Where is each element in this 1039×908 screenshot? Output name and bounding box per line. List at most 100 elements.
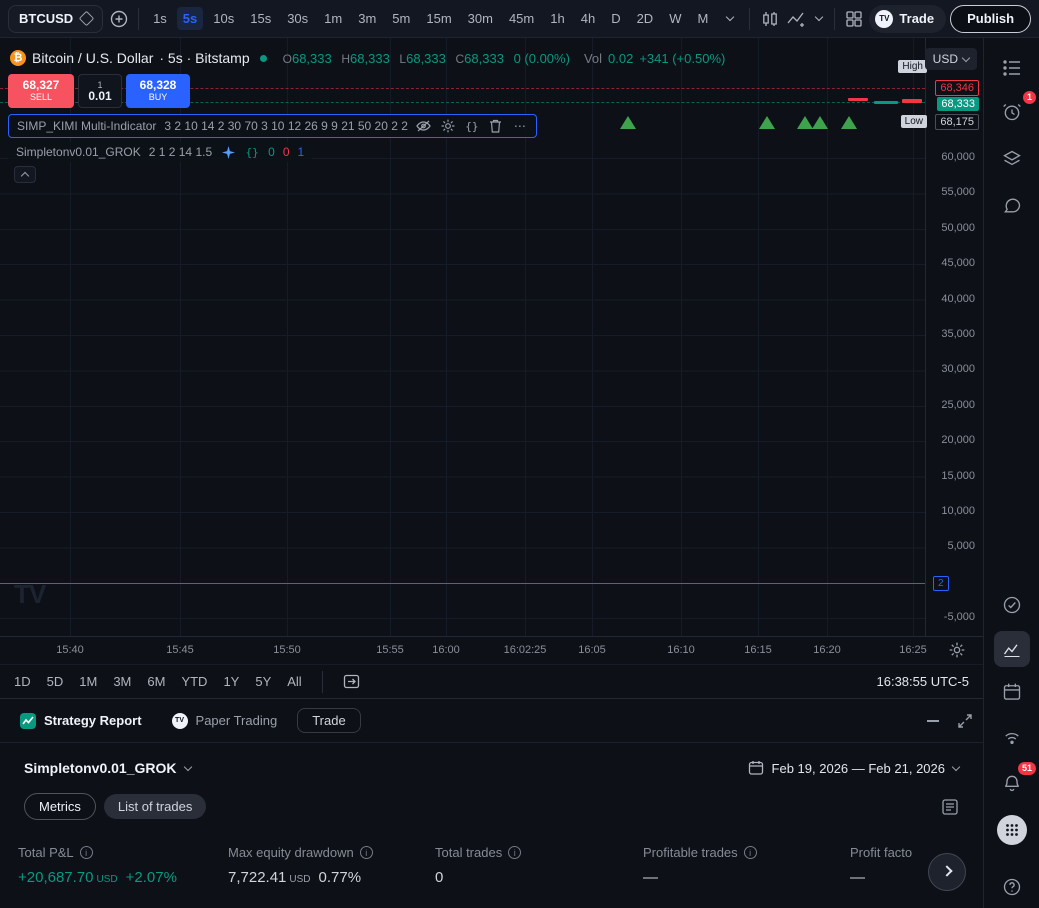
timeframe-1h[interactable]: 1h — [544, 7, 570, 30]
indicators-chevron-icon[interactable] — [812, 5, 825, 33]
tab-paper-trading[interactable]: TV Paper Trading — [162, 707, 288, 735]
buy-signal-marker[interactable] — [841, 116, 857, 129]
timeframe-menu-chevron-icon[interactable] — [718, 5, 741, 33]
timeframe-1D[interactable]: D — [605, 7, 626, 30]
symbol-flag-icon[interactable] — [78, 10, 95, 27]
timeframe-2D[interactable]: 2D — [631, 7, 660, 30]
spread-qty-box[interactable]: 1 0.01 — [78, 74, 122, 108]
timeframe-10s[interactable]: 10s — [207, 7, 240, 30]
strategy-code-icon[interactable]: {} — [244, 144, 260, 160]
info-icon[interactable]: i — [508, 846, 522, 859]
timeframe-30m[interactable]: 30m — [462, 7, 499, 30]
tab-strategy-report[interactable]: Strategy Report — [10, 707, 152, 735]
indicators-icon[interactable] — [785, 5, 808, 33]
metric-value: +20,687.70 — [18, 869, 94, 886]
panel-trade-button[interactable]: Trade — [297, 708, 361, 733]
session-clock[interactable]: 16:38:55 UTC-5 — [877, 674, 970, 689]
strategy-selector[interactable]: Simpletonv0.01_GROK — [24, 760, 192, 776]
timeframe-1m[interactable]: 1m — [318, 7, 348, 30]
market-status-icon[interactable] — [259, 54, 267, 62]
chart-legend: ₿ Bitcoin / U.S. Dollar · 5s · Bitstamp … — [10, 50, 725, 66]
minimize-panel-icon[interactable] — [927, 719, 939, 722]
timeframe-5s[interactable]: 5s — [176, 7, 204, 30]
help-icon[interactable] — [994, 869, 1030, 905]
source-code-icon[interactable]: {} — [464, 118, 480, 134]
range-6M[interactable]: 6M — [147, 674, 165, 689]
timeframe-45m[interactable]: 45m — [503, 7, 540, 30]
chart-symbol-title[interactable]: Bitcoin / U.S. Dollar — [32, 50, 153, 66]
range-YTD[interactable]: YTD — [181, 674, 207, 689]
list-of-trades-button[interactable]: List of trades — [103, 794, 207, 819]
info-icon[interactable]: i — [743, 846, 757, 859]
timeframe-1s[interactable]: 1s — [147, 7, 173, 30]
indicator-settings-gear-icon[interactable] — [440, 118, 456, 134]
buy-signal-marker[interactable] — [812, 116, 828, 129]
report-date-range[interactable]: Feb 19, 2026 — Feb 21, 2026 — [748, 760, 961, 776]
watchlist-icon[interactable] — [994, 50, 1030, 86]
metrics-scroll-next-button[interactable] — [928, 853, 966, 891]
timeframe-15s[interactable]: 15s — [244, 7, 277, 30]
chart-area[interactable]: ₿ Bitcoin / U.S. Dollar · 5s · Bitstamp … — [0, 38, 983, 636]
metric-unit: USD — [289, 874, 311, 885]
metric-label: Profitable trades — [643, 845, 738, 860]
metrics-button[interactable]: Metrics — [24, 793, 96, 820]
currency-selector[interactable]: USD — [924, 48, 977, 70]
info-icon[interactable]: i — [359, 846, 373, 859]
calendar-sidebar-icon[interactable] — [994, 674, 1030, 710]
range-3M[interactable]: 3M — [113, 674, 131, 689]
maximize-panel-icon[interactable] — [957, 713, 973, 729]
open-value: 68,333 — [291, 50, 332, 66]
timeframe-1W[interactable]: W — [663, 7, 687, 30]
indicator-row-simp-kimi[interactable]: SIMP_KIMI Multi-Indicator 3 2 10 14 2 30… — [8, 114, 537, 138]
metric-total-pnl: Total P&L i +20,687.70 USD +2.07% — [18, 845, 177, 886]
symbol-search-button[interactable]: BTCUSD — [8, 4, 104, 33]
go-to-date-icon[interactable] — [343, 673, 360, 690]
chart-type-candles-icon[interactable] — [758, 5, 781, 33]
timeframe-30s[interactable]: 30s — [281, 7, 314, 30]
notifications-bell-icon[interactable]: 51 — [994, 762, 1036, 801]
apps-menu-icon[interactable] — [994, 812, 1030, 848]
streams-broadcast-icon[interactable] — [994, 721, 1030, 757]
legend-collapse-button[interactable] — [14, 166, 36, 183]
hotlists-target-icon[interactable] — [994, 587, 1030, 623]
timeframe-4h[interactable]: 4h — [575, 7, 601, 30]
range-1M[interactable]: 1M — [79, 674, 97, 689]
chat-ideas-icon[interactable] — [994, 188, 1030, 224]
compare-add-symbol-icon[interactable] — [107, 5, 130, 33]
timeframe-5m[interactable]: 5m — [386, 7, 416, 30]
timeframe-1M[interactable]: M — [691, 7, 714, 30]
timeframe-3m[interactable]: 3m — [352, 7, 382, 30]
indicator-row-simpleton-grok[interactable]: Simpletonv0.01_GROK 2 1 2 14 1.5 {} 0 0 … — [8, 142, 313, 162]
layout-grid-icon[interactable] — [842, 5, 865, 33]
buy-button[interactable]: 68,328 BUY — [126, 74, 190, 108]
alerts-icon[interactable]: 1 — [994, 91, 1036, 130]
price-axis[interactable]: High 68,346 68,333 Low 68,175 60,000 55,… — [898, 38, 983, 636]
more-options-icon[interactable]: ⋯ — [512, 118, 528, 134]
object-tree-icon[interactable] — [994, 141, 1030, 177]
quantity-value: 0.01 — [88, 88, 112, 103]
report-layout-icon[interactable] — [941, 798, 959, 816]
range-1D[interactable]: 1D — [14, 674, 31, 689]
buy-signal-marker[interactable] — [759, 116, 775, 129]
range-5Y[interactable]: 5Y — [255, 674, 271, 689]
strategy-tester-icon[interactable] — [994, 631, 1030, 667]
low-value: 68,333 — [406, 50, 446, 66]
buy-signal-marker[interactable] — [797, 116, 813, 129]
strategy-sparkle-icon[interactable] — [220, 144, 236, 160]
publish-button[interactable]: Publish — [950, 4, 1032, 33]
info-icon[interactable]: i — [79, 846, 93, 859]
time-axis[interactable]: 15:40 15:45 15:50 15:55 16:00 16:02:25 1… — [0, 636, 983, 664]
range-1Y[interactable]: 1Y — [223, 674, 239, 689]
visibility-eye-icon[interactable] — [416, 118, 432, 134]
range-All[interactable]: All — [287, 674, 301, 689]
buy-signal-marker[interactable] — [620, 116, 636, 129]
price-tick: 40,000 — [941, 293, 975, 305]
time-label: 16:20 — [813, 644, 841, 656]
trade-button[interactable]: TV Trade — [869, 4, 947, 33]
delete-trash-icon[interactable] — [488, 118, 504, 134]
metric-label: Total P&L — [18, 845, 74, 860]
range-5D[interactable]: 5D — [47, 674, 64, 689]
chart-settings-gear-icon[interactable] — [949, 642, 965, 658]
sell-button[interactable]: 68,327 SELL — [8, 74, 74, 108]
timeframe-15m[interactable]: 15m — [420, 7, 457, 30]
